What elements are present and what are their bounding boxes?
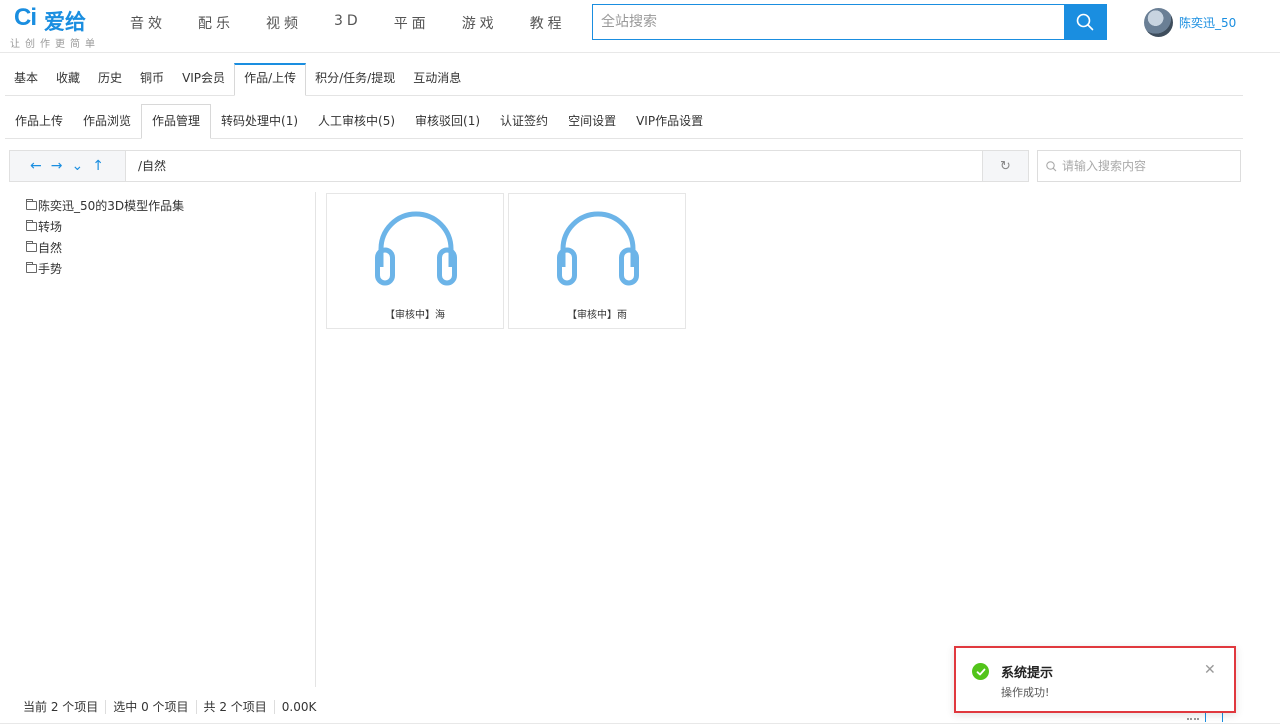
tree-item-label: 手势 [38,262,63,276]
file-card[interactable]: 【审核中】海 [326,193,504,329]
tab-transcoding[interactable]: 转码处理中(1) [211,104,308,139]
back-arrow-icon[interactable]: ← [30,158,42,174]
file-card[interactable]: 【审核中】雨 [508,193,686,329]
divider [0,723,1280,724]
tree-item-label: 转场 [38,220,63,234]
tab-manage-works[interactable]: 作品管理 [141,104,212,139]
file-name: 【审核中】雨 [567,310,627,321]
file-search-input[interactable] [1062,159,1232,173]
logo-text: 爱给 [44,10,86,34]
tree-item[interactable]: 陈奕迅_50的3D模型作品集 [26,195,306,216]
user-name[interactable]: 陈奕迅_50 [1179,14,1236,31]
status-size: 0.00K [281,700,317,714]
search-icon [1076,13,1094,31]
status-selected-count: 选中 0 个项目 [106,700,197,714]
folder-icon [26,241,37,252]
headphones-icon [375,211,457,286]
user-menu[interactable]: 陈奕迅_50 [1144,8,1236,37]
up-arrow-icon[interactable]: ↑ [92,158,104,174]
toast-title: 系统提示 [1001,666,1054,681]
forward-arrow-icon[interactable]: → [51,158,63,174]
folder-icon [26,262,37,273]
tab-rejected[interactable]: 审核驳回(1) [405,104,490,139]
tab-vip-works-settings[interactable]: VIP作品设置 [626,104,713,139]
tree-item-label: 自然 [38,241,63,255]
search-button[interactable] [1064,5,1106,39]
file-name: 【审核中】海 [385,310,445,321]
tab-browse-works[interactable]: 作品浏览 [73,104,141,139]
works-tabs: 作品上传 作品浏览 作品管理 转码处理中(1) 人工审核中(5) 审核驳回(1)… [5,104,1243,139]
tab-points-tasks[interactable]: 积分/任务/提现 [306,63,404,96]
tree-item-label: 陈奕迅_50的3D模型作品集 [38,199,185,213]
folder-icon [26,220,37,231]
file-grid: 【审核中】海 【审核中】雨 [326,193,690,329]
pane-divider[interactable] [315,192,316,687]
path-toolbar: ← → ⌄ ↑ /自然 ↻ [9,150,1029,182]
tab-messages[interactable]: 互动消息 [404,63,470,96]
path-navigation: ← → ⌄ ↑ [10,151,126,181]
status-bar: 当前 2 个项目 选中 0 个项目 共 2 个项目 0.00K [16,700,323,714]
status-total-count: 共 2 个项目 [197,700,275,714]
site-logo[interactable]: Ci 爱给 让创作更简单 [10,4,110,50]
status-current-count: 当前 2 个项目 [16,700,107,714]
tree-item[interactable]: 转场 [26,216,306,237]
file-search [1037,150,1241,182]
tab-vip[interactable]: VIP会员 [173,63,234,96]
avatar[interactable] [1144,8,1173,37]
nav-3d[interactable]: 3D [334,13,362,33]
chevron-down-icon[interactable]: ⌄ [71,158,83,174]
top-header: Ci 爱给 让创作更简单 音效 配乐 视频 3D 平面 游戏 教程 陈奕迅_50 [0,0,1280,53]
success-check-icon [972,663,989,680]
tab-works-upload[interactable]: 作品/上传 [234,63,307,96]
current-path[interactable]: /自然 [126,151,982,181]
tab-favorites[interactable]: 收藏 [47,63,89,96]
nav-sound-effects[interactable]: 音效 [130,13,166,33]
tree-item[interactable]: 手势 [26,258,306,279]
search-icon [1046,160,1057,171]
logo-mark: Ci [14,4,37,31]
tab-space-settings[interactable]: 空间设置 [558,104,626,139]
tab-basic[interactable]: 基本 [5,63,47,96]
folder-tree: 陈奕迅_50的3D模型作品集 转场 自然 手势 [26,195,306,279]
account-tabs: 基本 收藏 历史 铜币 VIP会员 作品/上传 积分/任务/提现 互动消息 [5,63,1243,96]
nav-video[interactable]: 视频 [266,13,302,33]
refresh-icon[interactable]: ↻ [982,151,1028,181]
tree-item[interactable]: 自然 [26,237,306,258]
tab-upload-works[interactable]: 作品上传 [5,104,73,139]
main-nav: 音效 配乐 视频 3D 平面 游戏 教程 [130,13,598,33]
system-toast: 系统提示 操作成功! ✕ [954,646,1236,713]
folder-icon [26,199,37,210]
nav-tutorials[interactable]: 教程 [530,13,566,33]
nav-games[interactable]: 游戏 [462,13,498,33]
close-icon[interactable]: ✕ [1204,662,1216,678]
site-search [592,4,1107,40]
site-search-input[interactable] [593,5,1064,39]
list-view-icon[interactable] [1187,718,1199,722]
logo-slogan: 让创作更简单 [10,39,100,50]
tab-coins[interactable]: 铜币 [131,63,173,96]
nav-graphic[interactable]: 平面 [394,13,430,33]
toast-message: 操作成功! [1001,686,1050,699]
nav-music[interactable]: 配乐 [198,13,234,33]
tab-certification[interactable]: 认证签约 [490,104,558,139]
headphones-icon [557,211,639,286]
tab-manual-review[interactable]: 人工审核中(5) [308,104,405,139]
tab-history[interactable]: 历史 [89,63,131,96]
